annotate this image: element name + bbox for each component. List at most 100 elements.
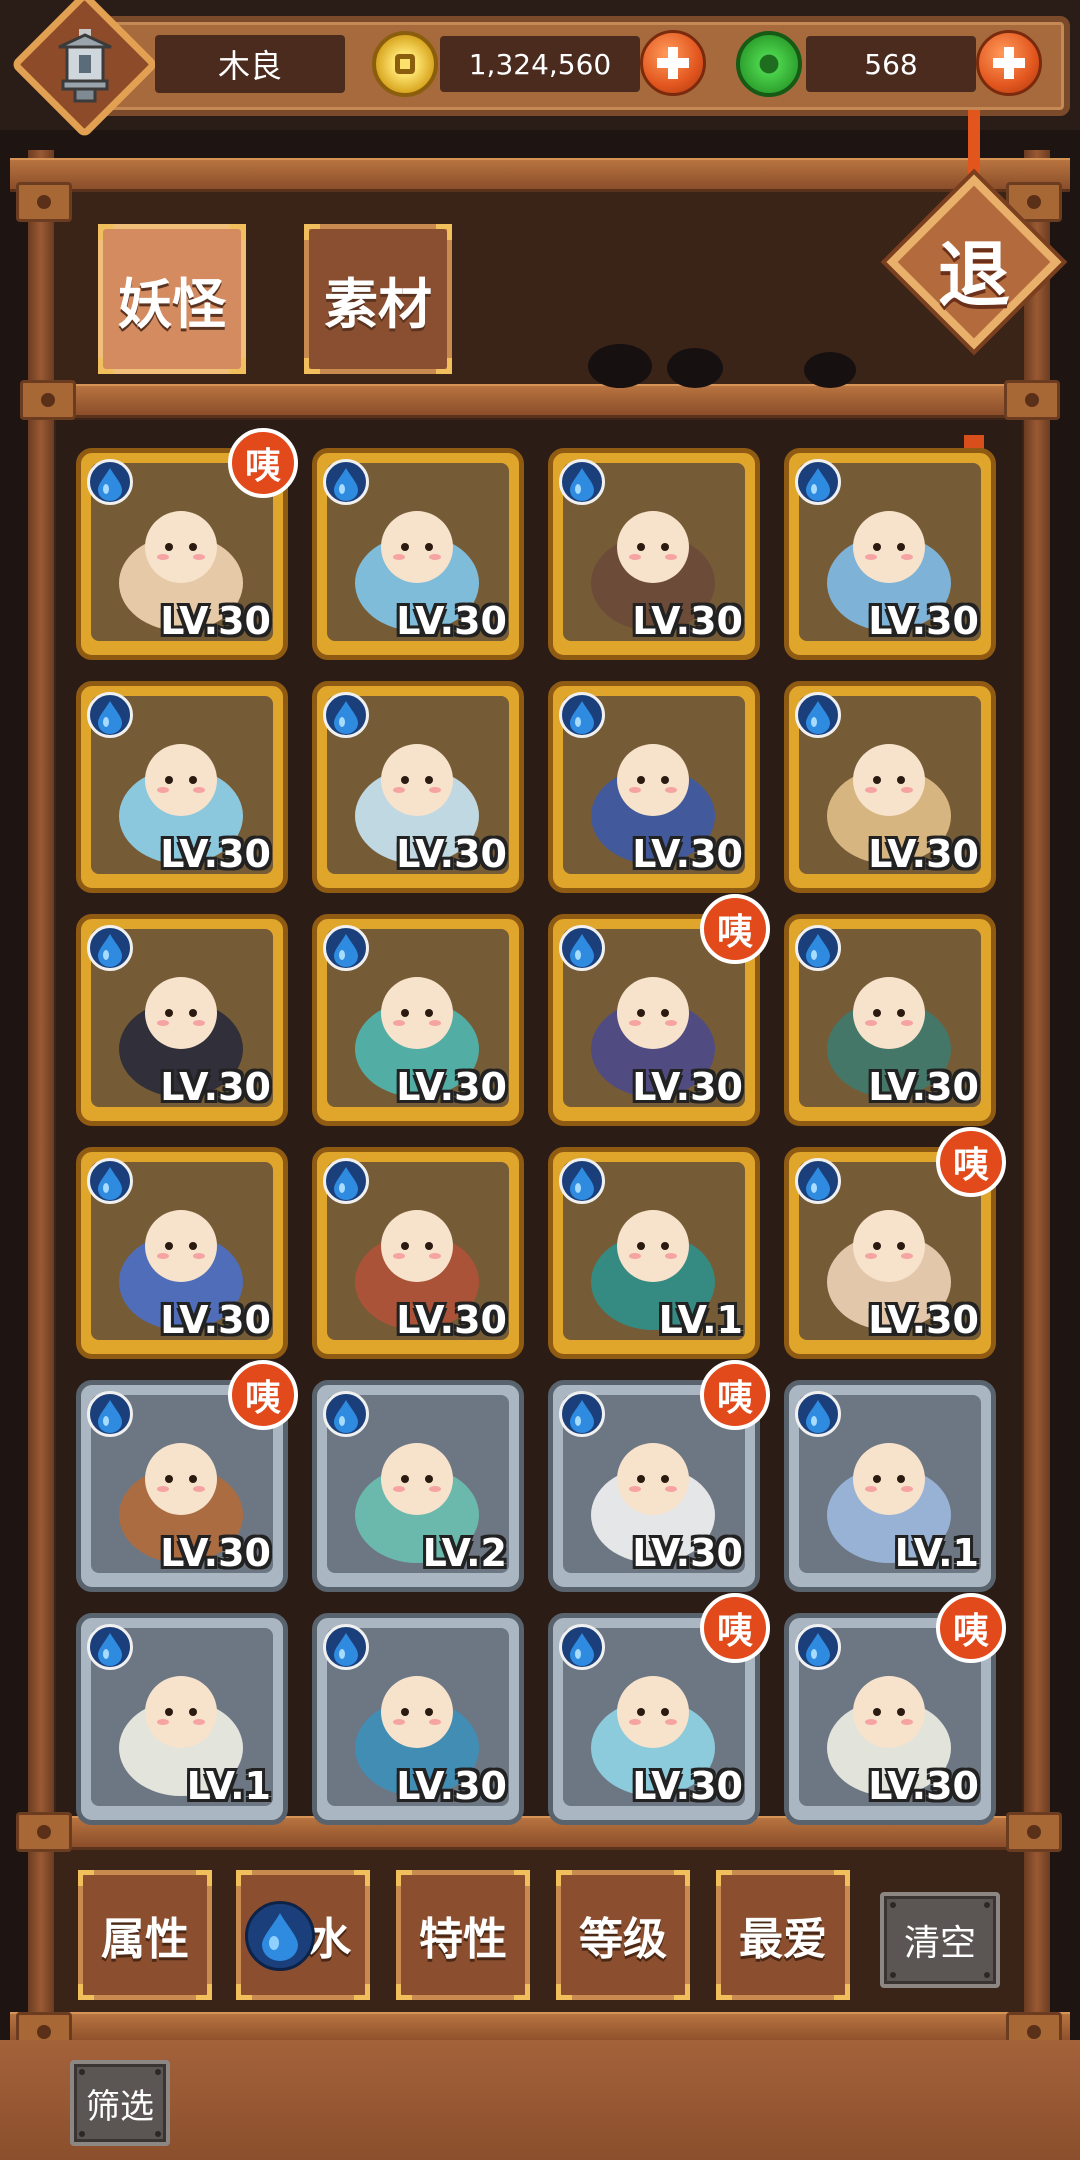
- water-drop-icon: [323, 459, 369, 505]
- jade-gem-icon: [736, 31, 802, 97]
- gem-count: 568: [806, 36, 976, 92]
- monster-level: LV.30: [868, 832, 979, 876]
- monster-card[interactable]: LV.30: [784, 448, 996, 660]
- new-badge: 咦: [700, 1360, 770, 1430]
- monster-level: LV.30: [632, 1764, 743, 1808]
- monster-card[interactable]: LV.30: [76, 914, 288, 1126]
- favorite-filter-label: 最爱: [739, 1914, 827, 1965]
- monster-level: LV.30: [868, 1298, 979, 1342]
- monster-card[interactable]: LV.30: [548, 681, 760, 893]
- water-drop-icon: [795, 1158, 841, 1204]
- monster-level: LV.1: [658, 1298, 743, 1342]
- water-drop-icon: [323, 925, 369, 971]
- attribute-filter-label: 属性: [101, 1914, 189, 1965]
- monster-card[interactable]: LV.30: [76, 1147, 288, 1359]
- water-drop-icon: [87, 1158, 133, 1204]
- level-filter-button[interactable]: 等级: [556, 1870, 690, 2000]
- monster-card[interactable]: LV.1: [548, 1147, 760, 1359]
- monster-level: LV.30: [396, 599, 507, 643]
- beam-cap: [20, 380, 76, 420]
- add-coins-button[interactable]: [640, 30, 706, 96]
- water-drop-icon: [87, 1391, 133, 1437]
- monster-card[interactable]: LV.30: [312, 914, 524, 1126]
- water-drop-icon: [795, 1624, 841, 1670]
- water-drop-icon: [87, 692, 133, 738]
- water-drop-icon: [87, 459, 133, 505]
- monster-card[interactable]: LV.30: [312, 448, 524, 660]
- exit-label: 退: [937, 233, 1010, 317]
- tab-monsters-label: 妖怪: [118, 272, 226, 336]
- exit-button[interactable]: 退: [880, 110, 1080, 545]
- monster-card[interactable]: LV.30: [312, 1613, 524, 1825]
- water-drop-icon: [795, 459, 841, 505]
- level-filter-label: 等级: [579, 1914, 667, 1965]
- water-drop-icon: [559, 1391, 605, 1437]
- monster-level: LV.30: [160, 1531, 271, 1575]
- beam-cap: [16, 1812, 72, 1852]
- monster-level: LV.30: [396, 1065, 507, 1109]
- monster-level: LV.30: [868, 1065, 979, 1109]
- monster-level: LV.30: [632, 599, 743, 643]
- water-drop-icon: [795, 925, 841, 971]
- attribute-filter-button[interactable]: 属性: [78, 1870, 212, 2000]
- water-drop-icon: [245, 1901, 315, 1971]
- player-name: 木良: [155, 35, 345, 93]
- beam-cap: [16, 182, 72, 222]
- new-badge: 咦: [228, 1360, 298, 1430]
- clear-button[interactable]: 清空: [880, 1892, 1000, 1988]
- monster-card[interactable]: LV.30: [312, 1147, 524, 1359]
- water-drop-icon: [323, 1158, 369, 1204]
- tab-monsters[interactable]: 妖怪: [98, 224, 246, 374]
- water-drop-icon: [559, 1624, 605, 1670]
- coin-count: 1,324,560: [440, 36, 640, 92]
- water-drop-icon: [795, 692, 841, 738]
- beam-cap: [1006, 1812, 1062, 1852]
- monster-level: LV.30: [632, 1531, 743, 1575]
- water-drop-icon: [559, 459, 605, 505]
- trait-filter-label: 特性: [419, 1914, 507, 1965]
- water-drop-icon: [323, 1624, 369, 1670]
- monster-level: LV.30: [868, 599, 979, 643]
- player-avatar[interactable]: [10, 0, 160, 139]
- water-drop-icon: [559, 925, 605, 971]
- monster-level: LV.30: [160, 832, 271, 876]
- monster-level: LV.30: [396, 832, 507, 876]
- trait-filter-button[interactable]: 特性: [396, 1870, 530, 2000]
- tab-materials[interactable]: 素材: [304, 224, 452, 374]
- new-badge: 咦: [936, 1127, 1006, 1197]
- monster-card[interactable]: LV.30: [76, 681, 288, 893]
- monster-level: LV.30: [160, 599, 271, 643]
- monster-card[interactable]: LV.30: [784, 914, 996, 1126]
- monster-card[interactable]: LV.1: [784, 1380, 996, 1592]
- new-badge: 咦: [936, 1593, 1006, 1663]
- left-post: [28, 150, 54, 2050]
- favorite-filter-button[interactable]: 最爱: [716, 1870, 850, 2000]
- clear-label: 清空: [903, 1923, 976, 1964]
- monster-card[interactable]: LV.30: [312, 681, 524, 893]
- filter-label: 筛选: [86, 2086, 154, 2127]
- gold-coin-icon: [372, 31, 438, 97]
- water-drop-icon: [795, 1391, 841, 1437]
- monster-card[interactable]: LV.1: [76, 1613, 288, 1825]
- add-gems-button[interactable]: [976, 30, 1042, 96]
- water-drop-icon: [559, 1158, 605, 1204]
- monster-card[interactable]: LV.30: [548, 448, 760, 660]
- monster-card[interactable]: LV.2: [312, 1380, 524, 1592]
- monster-level: LV.1: [186, 1764, 271, 1808]
- new-badge: 咦: [228, 428, 298, 498]
- filter-button[interactable]: 筛选: [70, 2060, 170, 2146]
- monster-level: LV.30: [396, 1298, 507, 1342]
- monster-level: LV.30: [632, 832, 743, 876]
- tab-materials-label: 素材: [324, 272, 432, 336]
- new-badge: 咦: [700, 894, 770, 964]
- new-badge: 咦: [700, 1593, 770, 1663]
- monster-card[interactable]: LV.30: [784, 681, 996, 893]
- monster-level: LV.30: [160, 1298, 271, 1342]
- water-drop-icon: [559, 692, 605, 738]
- monster-level: LV.1: [894, 1531, 979, 1575]
- water-drop-icon: [87, 1624, 133, 1670]
- water-filter-button[interactable]: 水: [236, 1870, 370, 2000]
- monster-level: LV.30: [160, 1065, 271, 1109]
- lantern-icon: [42, 22, 128, 108]
- water-drop-icon: [323, 692, 369, 738]
